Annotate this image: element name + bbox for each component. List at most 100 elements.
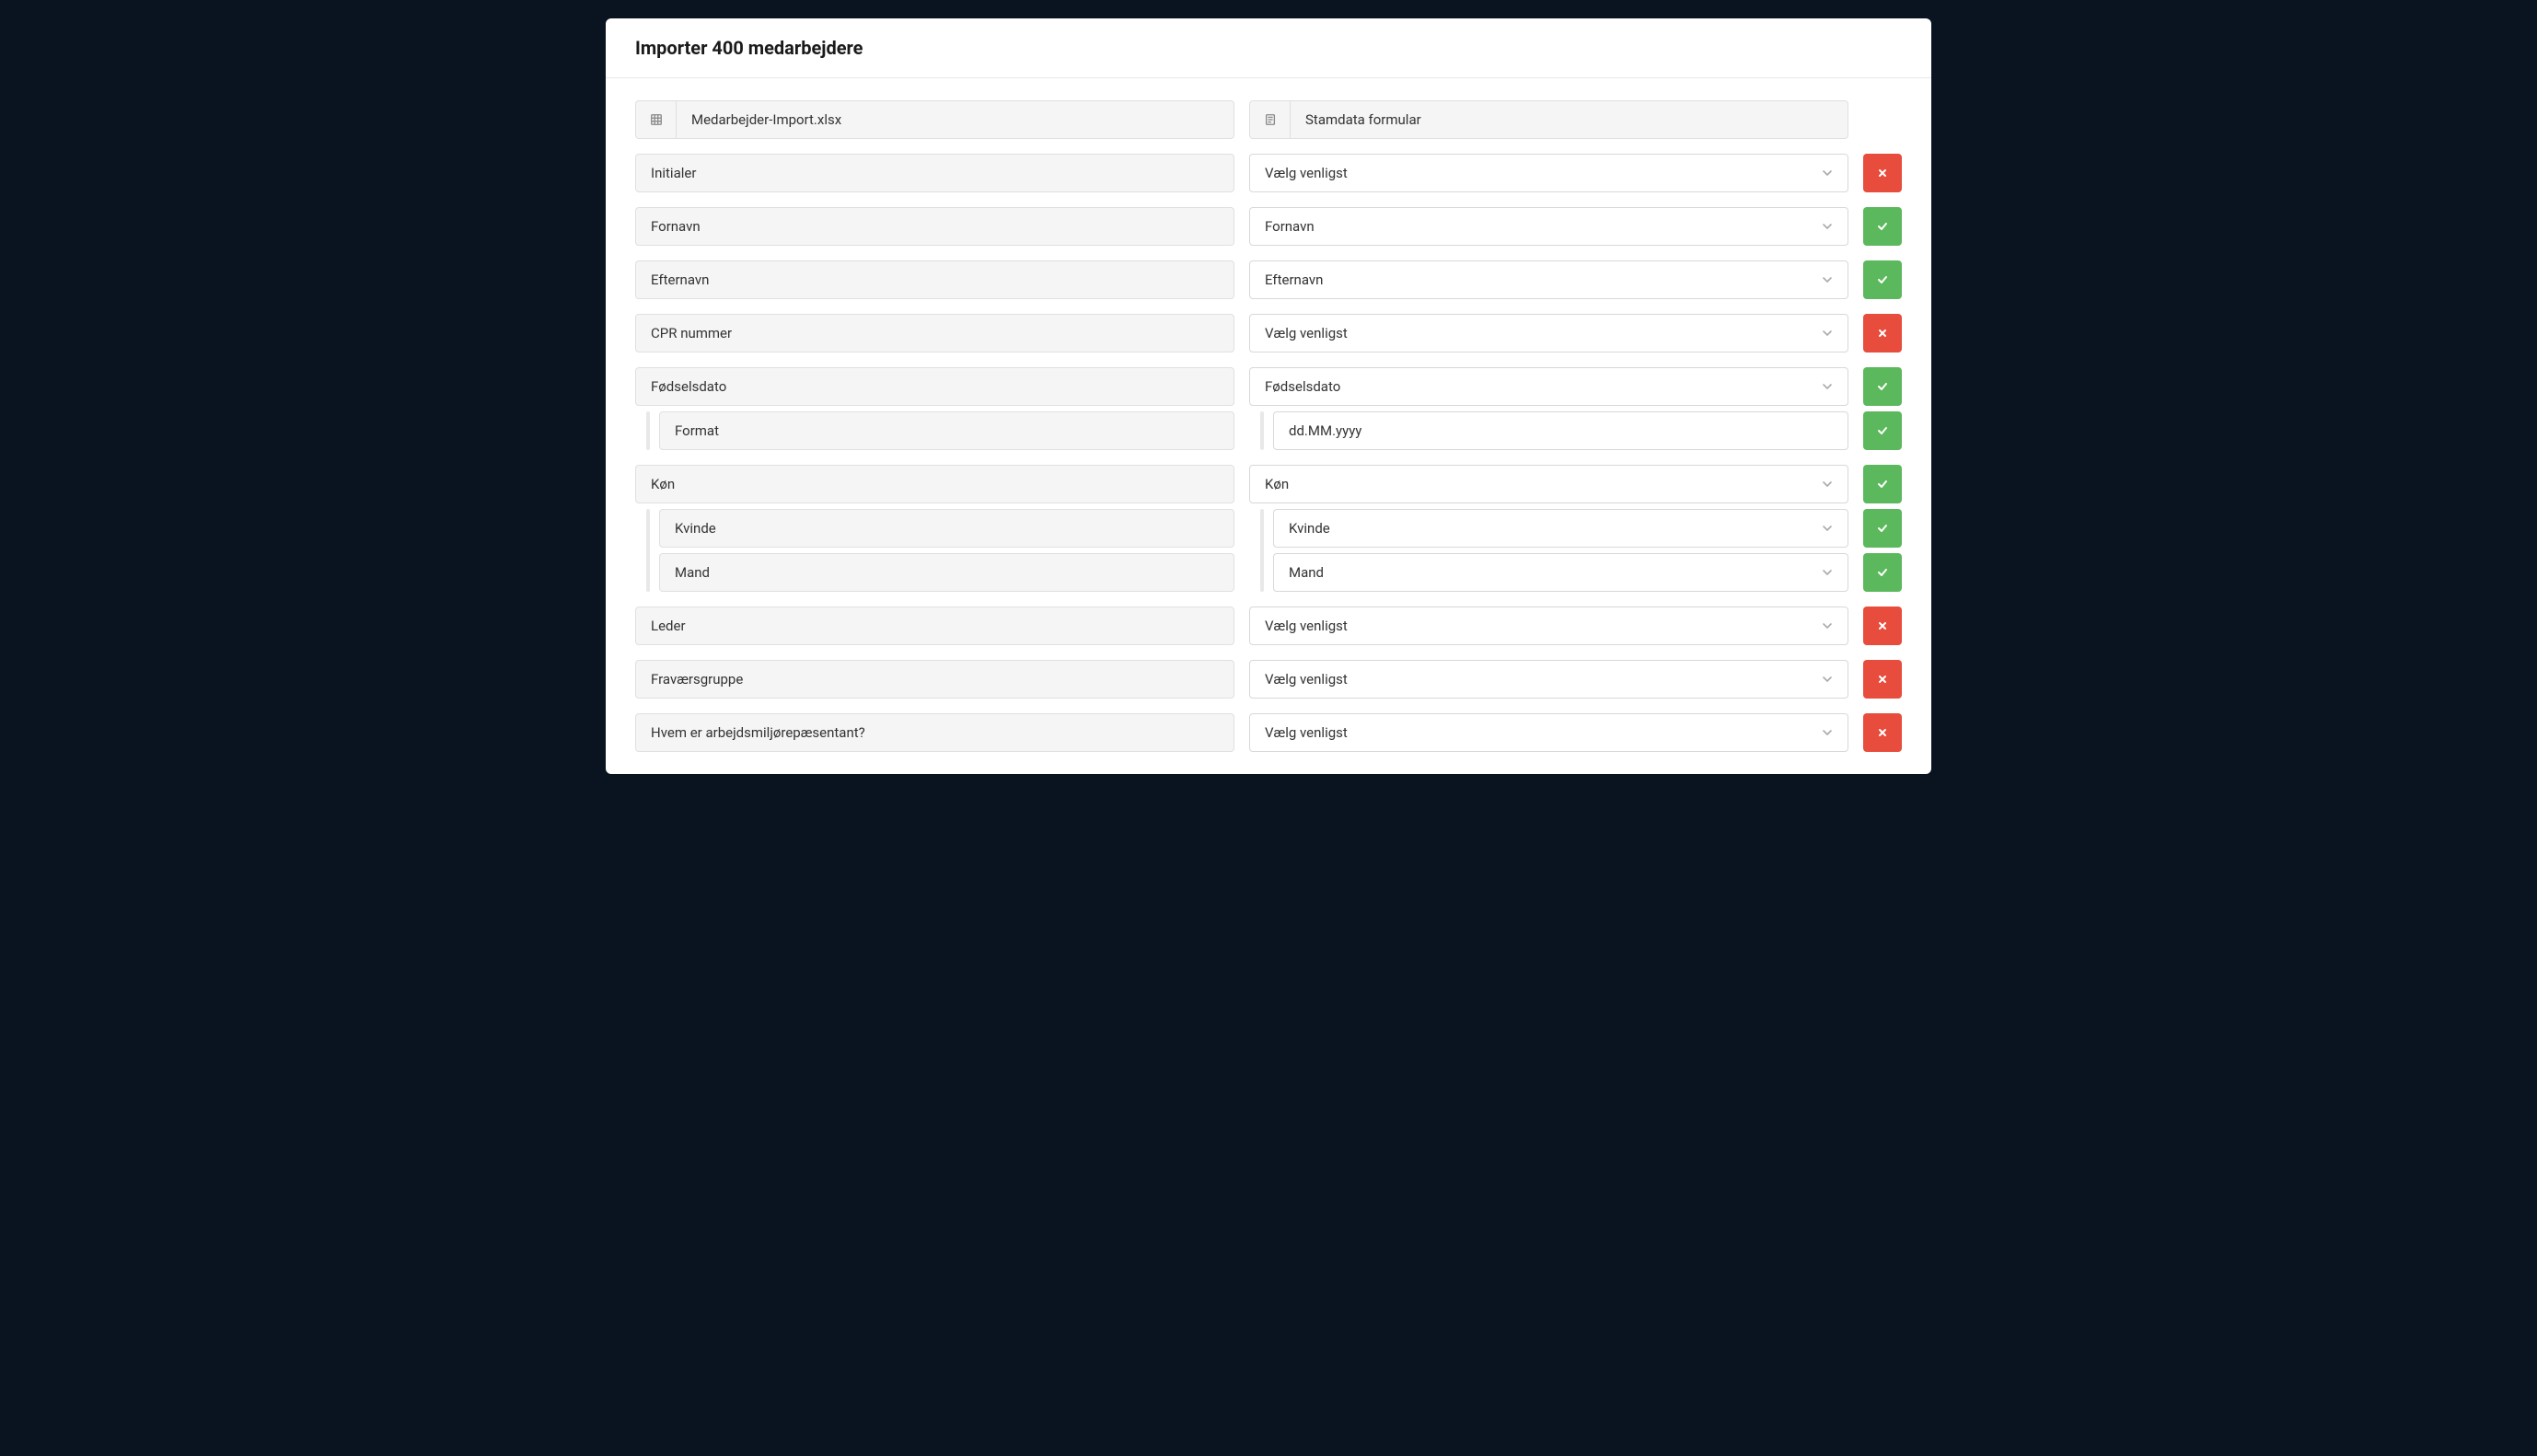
target-subgroup: dd.MM.yyyy [1249,411,1848,450]
source-field-7: Fraværsgruppe [635,660,1234,699]
sub-content: KvindeMand [659,509,1234,592]
target-select-7[interactable]: Vælg venligst [1249,660,1848,699]
target-select-5[interactable]: Køn [1249,465,1848,503]
status-badge-2 [1863,260,1902,299]
select-value: Fødselsdato [1265,378,1340,395]
modal-title: Importer 400 medarbejdere [635,37,1902,59]
status-badge-5-0 [1863,509,1902,548]
select-value: Vælg venligst [1265,618,1348,634]
chevron-down-icon [1822,221,1833,232]
status-badge-4 [1863,367,1902,406]
status-column [1863,660,1902,699]
mapping-row: Efternavn Efternavn [635,260,1902,299]
source-field-5: Køn [635,465,1234,503]
chevron-down-icon [1822,381,1833,392]
select-value: Kvinde [1289,520,1330,537]
select-value: dd.MM.yyyy [1289,422,1361,439]
target-select-3[interactable]: Vælg venligst [1249,314,1848,352]
check-icon [1876,566,1889,579]
select-value: Fornavn [1265,218,1315,235]
source-field-6: Leder [635,607,1234,645]
source-column: Fornavn [635,207,1234,246]
chevron-down-icon [1822,274,1833,285]
check-icon [1876,220,1889,233]
source-field-8: Hvem er arbejdsmiljørepæsentant? [635,713,1234,752]
target-select-6[interactable]: Vælg venligst [1249,607,1848,645]
select-value: Vælg venligst [1265,724,1348,741]
chevron-down-icon [1822,567,1833,578]
status-badge-8 [1863,713,1902,752]
target-column: Efternavn [1249,260,1848,299]
target-select-5-1[interactable]: Mand [1273,553,1848,592]
indent-bar [1249,411,1273,450]
check-icon [1876,522,1889,535]
target-select-4[interactable]: Fødselsdato [1249,367,1848,406]
chevron-down-icon [1822,674,1833,685]
chevron-down-icon [1822,727,1833,738]
target-subgroup: Kvinde Mand [1249,509,1848,592]
target-select-5-0[interactable]: Kvinde [1273,509,1848,548]
mapping-row: Hvem er arbejdsmiljørepæsentant? Vælg ven… [635,713,1902,752]
source-field-2: Efternavn [635,260,1234,299]
form-icon [1250,101,1291,138]
source-file-header: Medarbejder-Import.xlsx [635,100,1234,139]
mapping-row: Fraværsgruppe Vælg venligst [635,660,1902,699]
target-column: Fornavn [1249,207,1848,246]
target-form-header: Stamdata formular [1249,100,1848,139]
chevron-down-icon [1822,479,1833,490]
mapping-row: CPR nummer Vælg venligst [635,314,1902,352]
status-badge-7 [1863,660,1902,699]
target-column: Vælg venligst [1249,607,1848,645]
status-column [1863,367,1902,450]
source-field-3: CPR nummer [635,314,1234,352]
status-badge-5-1 [1863,553,1902,592]
status-badge-4-0 [1863,411,1902,450]
target-column: Køn Kvinde Mand [1249,465,1848,592]
source-subgroup: Format [635,411,1234,450]
source-column: Initialer [635,154,1234,192]
status-column [1863,465,1902,592]
status-badge-6 [1863,607,1902,645]
check-icon [1876,380,1889,393]
mapping-row: Fødselsdato Format Fødselsdato dd.MM.yyyy [635,367,1902,450]
status-badge-5 [1863,465,1902,503]
cross-icon [1877,727,1888,738]
import-modal: Importer 400 medarbejdere Medarbejder-Im… [606,18,1931,774]
mapping-row: KønKvindeMandKønKvindeMand [635,465,1902,592]
modal-body: Medarbejder-Import.xlsx Stamdata formula… [606,78,1931,774]
source-column: Køn KvindeMand [635,465,1234,592]
cross-icon [1877,674,1888,685]
mapping-row: Fornavn Fornavn [635,207,1902,246]
sub-content: Kvinde Mand [1273,509,1848,592]
target-column: Vælg venligst [1249,314,1848,352]
chevron-down-icon [1822,620,1833,631]
source-field-0: Initialer [635,154,1234,192]
select-value: Vælg venligst [1265,325,1348,341]
target-column: Fødselsdato dd.MM.yyyy [1249,367,1848,450]
source-subgroup: KvindeMand [635,509,1234,592]
indent-bar [1249,509,1273,592]
target-select-8[interactable]: Vælg venligst [1249,713,1848,752]
check-icon [1876,424,1889,437]
mapping-row: Leder Vælg venligst [635,607,1902,645]
target-column: Vælg venligst [1249,154,1848,192]
source-field-1: Fornavn [635,207,1234,246]
file-headers: Medarbejder-Import.xlsx Stamdata formula… [635,100,1902,139]
indent-bar [635,411,659,450]
source-column: Hvem er arbejdsmiljørepæsentant? [635,713,1234,752]
target-select-1[interactable]: Fornavn [1249,207,1848,246]
status-column [1863,260,1902,299]
target-select-4-0: dd.MM.yyyy [1273,411,1848,450]
select-value: Efternavn [1265,272,1323,288]
status-badge-3 [1863,314,1902,352]
cross-icon [1877,328,1888,339]
select-value: Køn [1265,476,1289,492]
source-column: Leder [635,607,1234,645]
status-column [1863,154,1902,192]
status-column [1863,607,1902,645]
target-select-2[interactable]: Efternavn [1249,260,1848,299]
target-select-0[interactable]: Vælg venligst [1249,154,1848,192]
select-value: Mand [1289,564,1324,581]
spreadsheet-icon [636,101,677,138]
indent-bar [635,509,659,592]
